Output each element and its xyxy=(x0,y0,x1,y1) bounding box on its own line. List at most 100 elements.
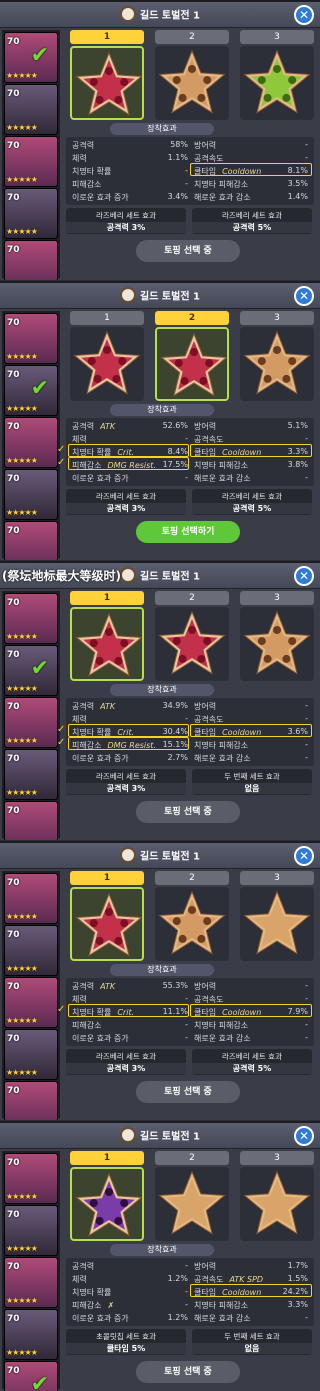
topping-slot-3[interactable] xyxy=(240,607,314,681)
topping-slot-3[interactable] xyxy=(240,46,314,120)
set-effect-left: 라즈베리 세트 효과 공격력 3% xyxy=(66,208,186,234)
topping-slot-2[interactable] xyxy=(155,327,229,401)
topping-slot-1[interactable] xyxy=(70,46,144,120)
tab-slot-2[interactable]: 2 xyxy=(155,871,229,885)
stat-label: 해로운 효과 감소 xyxy=(194,753,251,764)
stat-label: 해로운 효과 감소 xyxy=(194,473,251,484)
close-button[interactable]: ✕ xyxy=(294,286,314,306)
topping-slot-2[interactable] xyxy=(155,887,229,961)
cookie-slot[interactable]: 70★★★★★ xyxy=(4,801,58,840)
tab-slot-3[interactable]: 3 xyxy=(240,871,314,885)
apple-jelly-topping-icon xyxy=(243,49,311,114)
cookie-slot[interactable]: 70★★★★★ xyxy=(4,84,58,135)
star-rating: ★★★★★ xyxy=(6,175,38,184)
topping-slot-1[interactable] xyxy=(70,607,144,681)
cookie-slot[interactable]: 70 ★★★★★ xyxy=(4,417,58,468)
cookie-slot[interactable]: 70★★★★★ xyxy=(4,313,58,364)
cookie-slot[interactable]: 70★★★★★ xyxy=(4,925,58,976)
cookie-slot[interactable]: 70★★★★★ xyxy=(4,1205,58,1256)
tab-slot-3[interactable]: 3 xyxy=(240,30,314,44)
tab-slot-3[interactable]: 3 xyxy=(240,311,314,325)
stat-name: 해로운 효과 감소 xyxy=(194,474,251,483)
tab-slot-1[interactable]: 1 xyxy=(70,591,144,605)
stats-table: 공격력 ATK 52.6% 방어력 5.1% 체력 - 공격속도 - 치명타 확률 Crit. 8.4… xyxy=(57,418,314,486)
cookie-slot[interactable]: 70★★★★★ xyxy=(4,240,58,280)
stat-label: 공격속도 ATK SPD xyxy=(194,1274,263,1285)
cookie-slot[interactable]: 70★★★★★✔ xyxy=(4,365,58,416)
stat-label: 치명타 피해감소 xyxy=(194,1300,248,1311)
cookie-slot[interactable]: 70★★★★★ xyxy=(4,697,58,748)
cookie-slot[interactable]: 70★★★★★ xyxy=(4,593,58,644)
cookie-slot[interactable]: 70★★★★★ xyxy=(4,1081,58,1120)
stat-value: 3.3% xyxy=(287,1300,308,1309)
tab-slot-2[interactable]: 2 xyxy=(155,30,229,44)
tab-slot-2[interactable]: 2 xyxy=(155,311,229,325)
topping-slot-2[interactable] xyxy=(155,46,229,120)
stat-label: 쿨타임 Cooldown xyxy=(194,166,261,177)
stat-name: 치명타 피해감소 xyxy=(194,1021,249,1030)
stat-value: 11.1% xyxy=(162,1007,188,1016)
cookie-slot[interactable]: 70★★★★★ xyxy=(4,749,58,800)
select-topping-button[interactable]: 토핑 선택 중 xyxy=(136,801,240,823)
check-icon: ✔ xyxy=(30,376,49,401)
close-button[interactable]: ✕ xyxy=(294,5,314,25)
stat-name: 공격력 xyxy=(72,1262,95,1271)
topping-slot-1[interactable] xyxy=(70,327,144,401)
topping-slot-3[interactable] xyxy=(240,327,314,401)
cookie-slot[interactable]: 70★★★★★ xyxy=(4,1309,58,1360)
close-button[interactable]: ✕ xyxy=(294,846,314,866)
cookie-slot[interactable]: 70★★★★★ xyxy=(4,1257,58,1308)
topping-slot-3[interactable] xyxy=(240,887,314,961)
stat-name: 치명타 피해감소 xyxy=(194,461,249,470)
tab-slot-1[interactable]: 1 xyxy=(70,311,144,325)
cookie-slot[interactable]: 70★★★★★✔ xyxy=(4,1361,58,1391)
cookie-slot[interactable]: 70★★★★★ xyxy=(4,469,58,520)
topping-slot-3[interactable] xyxy=(240,1167,314,1241)
tab-slot-2[interactable]: 2 xyxy=(155,1151,229,1165)
cookie-slot[interactable]: 70★★★★★ xyxy=(4,188,58,239)
handwritten-note: Cooldown xyxy=(222,1008,262,1017)
tab-slot-1[interactable]: 1 xyxy=(70,1151,144,1165)
tab-slot-3[interactable]: 3 xyxy=(240,591,314,605)
stat-row: 치명타 확률 - 쿨타임 Cooldown 24.2% xyxy=(66,1285,314,1298)
cookie-level: 70 xyxy=(7,422,20,432)
select-topping-button[interactable]: 토핑 선택 중 xyxy=(136,240,240,262)
close-button[interactable]: ✕ xyxy=(294,566,314,586)
stat-value: - xyxy=(185,714,188,723)
cookie-level: 70 xyxy=(7,982,20,992)
topping-slot-1[interactable] xyxy=(70,887,144,961)
stat-name: 이로운 효과 증가 xyxy=(72,474,129,483)
topping-slot-2[interactable] xyxy=(155,1167,229,1241)
star-rating: ★★★★★ xyxy=(6,456,38,465)
cookie-slot[interactable]: 70★★★★★✔ xyxy=(4,32,58,83)
cookie-slot[interactable]: 70★★★★★ xyxy=(4,136,58,187)
cookie-slot[interactable]: 70★★★★★ xyxy=(4,1029,58,1080)
tab-slot-2[interactable]: 2 xyxy=(155,591,229,605)
stat-label: 체력 xyxy=(72,714,87,725)
select-topping-button[interactable]: 토핑 선택 중 xyxy=(136,1081,240,1103)
stat-value: 1.2% xyxy=(167,1313,188,1322)
cookie-slot[interactable]: 70★★★★★ xyxy=(4,977,58,1028)
cookie-slot[interactable]: 70★★★★★ xyxy=(4,1153,58,1204)
tab-slot-1[interactable]: 1 xyxy=(70,871,144,885)
stat-label: 쿨타임 Cooldown xyxy=(194,1007,261,1018)
cookie-slot[interactable]: 70★★★★★✔ xyxy=(4,645,58,696)
tab-slot-3[interactable]: 3 xyxy=(240,1151,314,1165)
slot-tabs: 123 xyxy=(70,30,314,44)
stat-row: 이로운 효과 증가 3.4% 해로운 효과 감소 1.4% xyxy=(66,190,314,203)
star-rating: ★★★★★ xyxy=(6,404,38,413)
cookie-roster: 70★★★★★70★★★★★✔70★★★★★70★★★★★70★★★★★ xyxy=(2,591,60,840)
star-rating: ★★★★★ xyxy=(6,123,38,132)
select-topping-button[interactable]: 토핑 선택하기 xyxy=(136,521,240,543)
close-button[interactable]: ✕ xyxy=(294,1126,314,1146)
stat-label: 공격력 ATK xyxy=(72,981,115,992)
select-topping-button[interactable]: 토핑 선택 중 xyxy=(136,1361,240,1383)
topping-slot-2[interactable] xyxy=(155,607,229,681)
cookie-slot[interactable]: 70★★★★★ xyxy=(4,521,58,560)
topping-slot-1[interactable] xyxy=(70,1167,144,1241)
cookie-slot[interactable]: 70★★★★★ xyxy=(4,873,58,924)
stat-value: - xyxy=(185,1261,188,1270)
stat-value: - xyxy=(185,1033,188,1042)
raspberry-topping-icon xyxy=(75,892,143,957)
tab-slot-1[interactable]: 1 xyxy=(70,30,144,44)
